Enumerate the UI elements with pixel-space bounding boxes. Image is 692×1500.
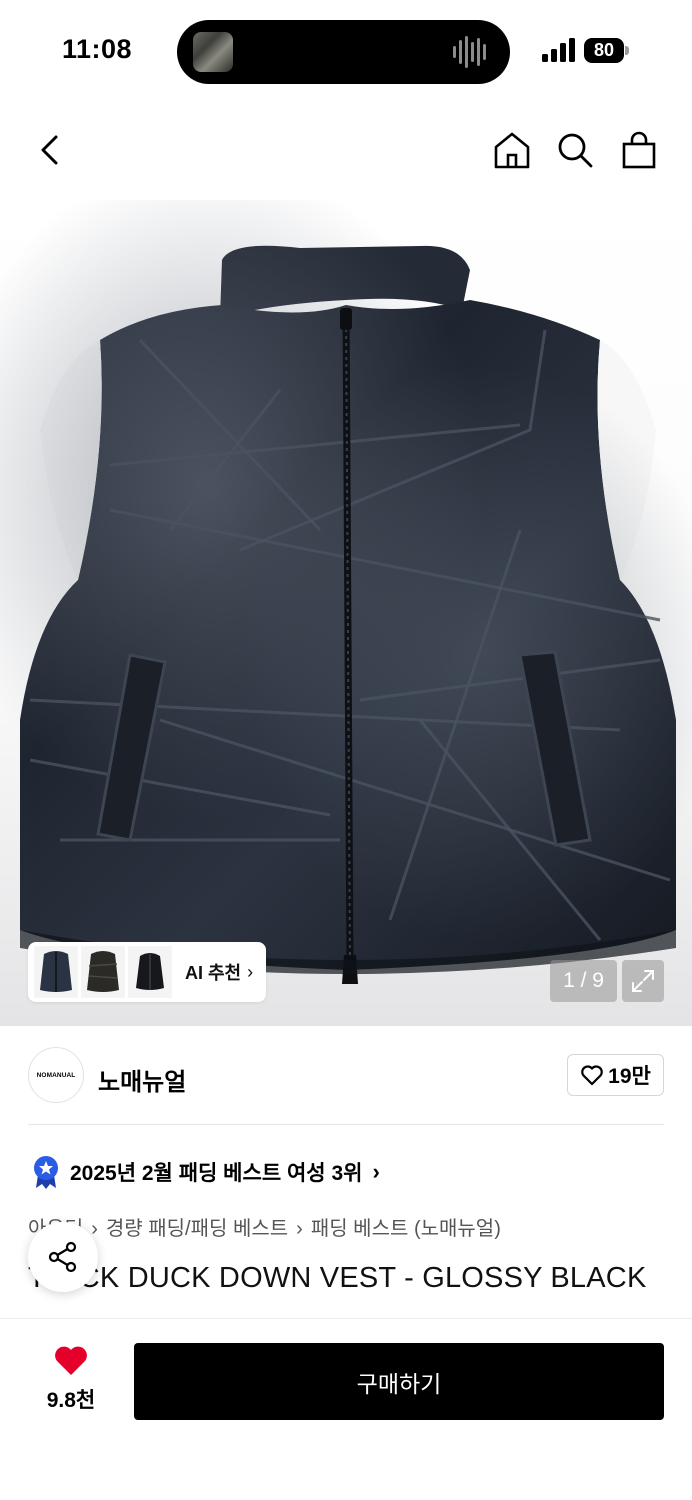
battery-level: 80 (584, 38, 624, 63)
recommend-thumbnail[interactable] (128, 946, 172, 998)
divider (28, 1124, 664, 1125)
ranking-text: 2025년 2월 패딩 베스트 여성 3위 (70, 1162, 363, 1185)
cellular-signal-icon (542, 38, 575, 62)
breadcrumb-item[interactable]: 경량 패딩/패딩 베스트 (106, 1218, 288, 1240)
wishlist-count: 9.8천 (46, 1389, 96, 1412)
recommend-thumbnail[interactable] (34, 946, 78, 998)
breadcrumb-separator: › (91, 1218, 98, 1240)
ai-recommend-label: AI 추천 (185, 963, 242, 983)
search-icon (558, 133, 593, 168)
breadcrumb-item[interactable]: 패딩 베스트 (노매뉴얼) (311, 1218, 501, 1240)
ranking-banner[interactable]: 2025년 2월 패딩 베스트 여성 3위 › (32, 1154, 380, 1190)
ranking-badge-icon (34, 1156, 58, 1189)
chevron-right-icon: › (247, 961, 254, 982)
bottom-action-bar: 9.8천 구매하기 (0, 1318, 692, 1500)
battery-icon: 80 (584, 38, 630, 63)
back-button[interactable] (28, 128, 72, 172)
chevron-left-icon (41, 135, 58, 165)
brand-logo[interactable]: NOMANUAL (28, 1047, 84, 1103)
buy-button[interactable]: 구매하기 (134, 1343, 664, 1420)
cart-button[interactable] (617, 128, 661, 172)
shopping-bag-icon (622, 131, 656, 169)
product-title: T.B.CK DUCK DOWN VEST - GLOSSY BLACK (28, 1262, 647, 1294)
wishlist-button[interactable]: 9.8천 (28, 1345, 114, 1414)
brand-like-count: 19만 (608, 1065, 651, 1088)
search-button[interactable] (553, 128, 597, 172)
share-button[interactable] (28, 1222, 98, 1292)
home-icon (494, 132, 530, 169)
heart-filled-icon (55, 1346, 87, 1375)
product-image-gallery[interactable]: AI 추천 › 1 / 9 (0, 200, 692, 1026)
home-button[interactable] (490, 128, 534, 172)
heart-outline-icon (581, 1065, 603, 1086)
breadcrumb-separator: › (296, 1218, 303, 1240)
recommend-thumbnail[interactable] (81, 946, 125, 998)
image-page-indicator: 1 / 9 (550, 960, 617, 1002)
ai-recommend-card[interactable]: AI 추천 › (28, 942, 266, 1002)
share-icon (48, 1241, 77, 1273)
brand-logo-text: NOMANUAL (36, 1071, 76, 1079)
chevron-right-icon: › (372, 1159, 380, 1184)
battery-cap (625, 46, 629, 55)
expand-image-button[interactable] (622, 960, 664, 1002)
expand-icon (632, 970, 654, 992)
top-navigation (0, 100, 692, 200)
brand-name[interactable]: 노매뉴얼 (98, 1062, 186, 1097)
breadcrumb: 아우터›경량 패딩/패딩 베스트›패딩 베스트 (노매뉴얼) (28, 1212, 501, 1241)
status-bar: 11:08 80 (0, 0, 692, 100)
brand-like-button[interactable]: 19만 (567, 1054, 664, 1096)
product-image-vest (0, 200, 692, 1026)
brand-row: NOMANUAL 노매뉴얼 19만 (0, 1026, 692, 1126)
audio-waveform-icon (453, 36, 486, 68)
dynamic-island (177, 20, 510, 84)
status-time: 11:08 (62, 34, 133, 64)
now-playing-artwork (193, 32, 233, 72)
